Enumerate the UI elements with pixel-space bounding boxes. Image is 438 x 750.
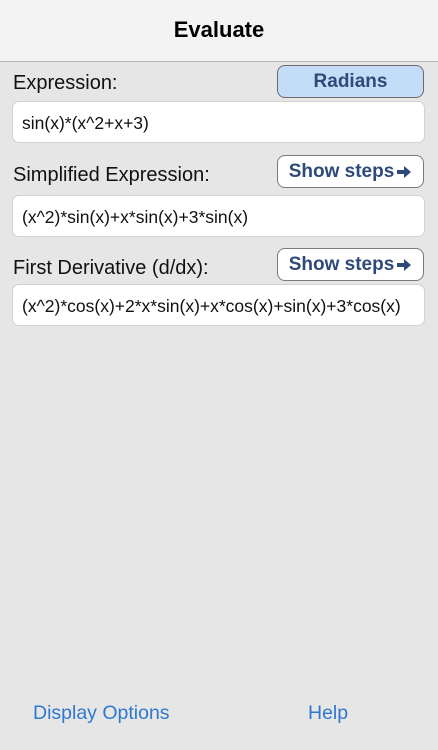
first-derivative-value: (x^2)*cos(x)+2*x*sin(x)+x*cos(x)+sin(x)+… <box>22 296 401 316</box>
simplified-expression-field[interactable]: (x^2)*sin(x)+x*sin(x)+3*sin(x) <box>12 195 425 237</box>
navigation-bar: Evaluate <box>0 0 438 62</box>
simplified-expression-label: Simplified Expression: <box>13 164 210 186</box>
display-options-link[interactable]: Display Options <box>33 702 170 725</box>
expression-field[interactable]: sin(x)*(x^2+x+3) <box>12 101 425 143</box>
derivative-show-steps-label: Show steps <box>288 253 395 275</box>
radians-button[interactable]: Radians <box>277 65 424 98</box>
right-arrow-icon <box>397 258 412 271</box>
first-derivative-field[interactable]: (x^2)*cos(x)+2*x*sin(x)+x*cos(x)+sin(x)+… <box>12 284 425 326</box>
right-arrow-icon <box>397 165 412 178</box>
page-title: Evaluate <box>173 17 265 42</box>
simplified-expression-value: (x^2)*sin(x)+x*sin(x)+3*sin(x) <box>22 207 249 227</box>
help-link[interactable]: Help <box>308 702 348 725</box>
radians-button-label: Radians <box>313 70 388 92</box>
first-derivative-label: First Derivative (d/dx): <box>13 257 209 279</box>
expression-label: Expression: <box>13 72 118 94</box>
simplified-show-steps-button[interactable]: Show steps <box>277 155 424 188</box>
expression-value: sin(x)*(x^2+x+3) <box>22 113 149 133</box>
derivative-show-steps-button[interactable]: Show steps <box>277 248 424 281</box>
simplified-show-steps-label: Show steps <box>288 160 395 182</box>
